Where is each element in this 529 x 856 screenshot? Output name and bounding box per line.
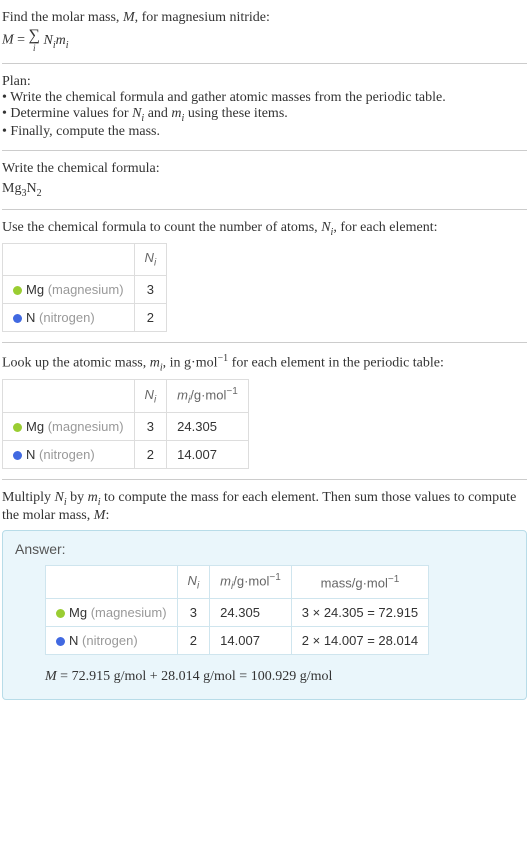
intro-section: Find the molar mass, M, for magnesium ni… (2, 4, 527, 59)
formula-Ni: Ni (43, 33, 55, 48)
mg-swatch-icon (13, 286, 22, 295)
count-atoms-section: Use the chemical formula to count the nu… (2, 214, 527, 338)
table-header-row: Ni (3, 244, 167, 276)
table-row: N (nitrogen) 2 14.007 2 × 14.007 = 28.01… (46, 627, 429, 655)
divider (2, 63, 527, 64)
mi-value: 24.305 (167, 413, 249, 441)
plan-heading: Plan: (2, 74, 527, 90)
table-row: N (nitrogen) 2 (3, 303, 167, 331)
table-row: Mg (magnesium) 3 (3, 275, 167, 303)
divider (2, 209, 527, 210)
divider (2, 342, 527, 343)
n-swatch-icon (56, 637, 65, 646)
ni-value: 2 (177, 627, 210, 655)
answer-label: Answer: (15, 541, 514, 557)
formula-lhs: M (2, 33, 14, 48)
table-row: Mg (magnesium) 3 24.305 3 × 24.305 = 72.… (46, 599, 429, 627)
n-swatch-icon (13, 451, 22, 460)
element-cell-n: N (nitrogen) (46, 627, 178, 655)
mg-swatch-icon (13, 423, 22, 432)
element-cell-mg: Mg (magnesium) (3, 413, 135, 441)
ni-value: 3 (134, 413, 167, 441)
chem-formula-heading: Write the chemical formula: (2, 161, 527, 177)
atomic-mass-section: Look up the atomic mass, mi, in g·mol−1 … (2, 347, 527, 475)
plan-item-3: • Finally, compute the mass. (2, 124, 527, 140)
mass-calc: 2 × 14.007 = 28.014 (291, 627, 428, 655)
intro-M: M (123, 10, 135, 25)
header-mass: mass/g·mol−1 (291, 566, 428, 599)
multiply-section: Multiply Ni by mi to compute the mass fo… (2, 484, 527, 706)
table-row: N (nitrogen) 2 14.007 (3, 441, 249, 469)
plan-item-2: • Determine values for Ni and mi using t… (2, 106, 527, 124)
table-row: Mg (magnesium) 3 24.305 (3, 413, 249, 441)
table-header-row: Ni mi/g·mol−1 (3, 380, 249, 413)
sigma-symbol: ∑i (29, 28, 40, 53)
header-blank (3, 380, 135, 413)
ni-value: 3 (134, 275, 167, 303)
header-blank (3, 244, 135, 276)
mi-value: 14.007 (210, 627, 292, 655)
header-blank (46, 566, 178, 599)
mass-calc: 3 × 24.305 = 72.915 (291, 599, 428, 627)
divider (2, 479, 527, 480)
intro-pre: Find the molar mass, (2, 10, 123, 25)
divider (2, 150, 527, 151)
element-cell-n: N (nitrogen) (3, 303, 135, 331)
header-ni: Ni (134, 244, 167, 276)
mg-swatch-icon (56, 609, 65, 618)
ni-value: 3 (177, 599, 210, 627)
final-answer-formula: M = 72.915 g/mol + 28.014 g/mol = 100.92… (45, 669, 514, 685)
table-header-row: Ni mi/g·mol−1 mass/g·mol−1 (46, 566, 429, 599)
plan-item-1: • Write the chemical formula and gather … (2, 90, 527, 106)
chemical-formula-section: Write the chemical formula: Mg3N2 (2, 155, 527, 205)
element-cell-mg: Mg (magnesium) (3, 275, 135, 303)
molar-mass-formula: M = ∑i Nimi (2, 28, 527, 53)
plan-section: Plan: • Write the chemical formula and g… (2, 68, 527, 146)
count-atoms-text: Use the chemical formula to count the nu… (2, 220, 527, 238)
header-mi: mi/g·mol−1 (210, 566, 292, 599)
atomic-mass-table: Ni mi/g·mol−1 Mg (magnesium) 3 24.305 N … (2, 379, 249, 469)
ni-value: 2 (134, 441, 167, 469)
multiply-text: Multiply Ni by mi to compute the mass fo… (2, 490, 527, 524)
mi-value: 24.305 (210, 599, 292, 627)
count-atoms-table: Ni Mg (magnesium) 3 N (nitrogen) 2 (2, 243, 167, 332)
mi-value: 14.007 (167, 441, 249, 469)
header-ni: Ni (134, 380, 167, 413)
header-mi: mi/g·mol−1 (167, 380, 249, 413)
formula-mi: mi (56, 33, 69, 48)
element-cell-n: N (nitrogen) (3, 441, 135, 469)
element-cell-mg: Mg (magnesium) (46, 599, 178, 627)
intro-text: Find the molar mass, M, for magnesium ni… (2, 10, 527, 26)
intro-post: , for magnesium nitride: (135, 10, 270, 25)
chem-formula-value: Mg3N2 (2, 181, 527, 199)
n-swatch-icon (13, 314, 22, 323)
header-ni: Ni (177, 566, 210, 599)
formula-eq: = (14, 33, 29, 48)
ni-value: 2 (134, 303, 167, 331)
answer-box: Answer: Ni mi/g·mol−1 mass/g·mol−1 Mg (m… (2, 530, 527, 700)
atomic-mass-text: Look up the atomic mass, mi, in g·mol−1 … (2, 353, 527, 373)
answer-table: Ni mi/g·mol−1 mass/g·mol−1 Mg (magnesium… (45, 565, 429, 655)
